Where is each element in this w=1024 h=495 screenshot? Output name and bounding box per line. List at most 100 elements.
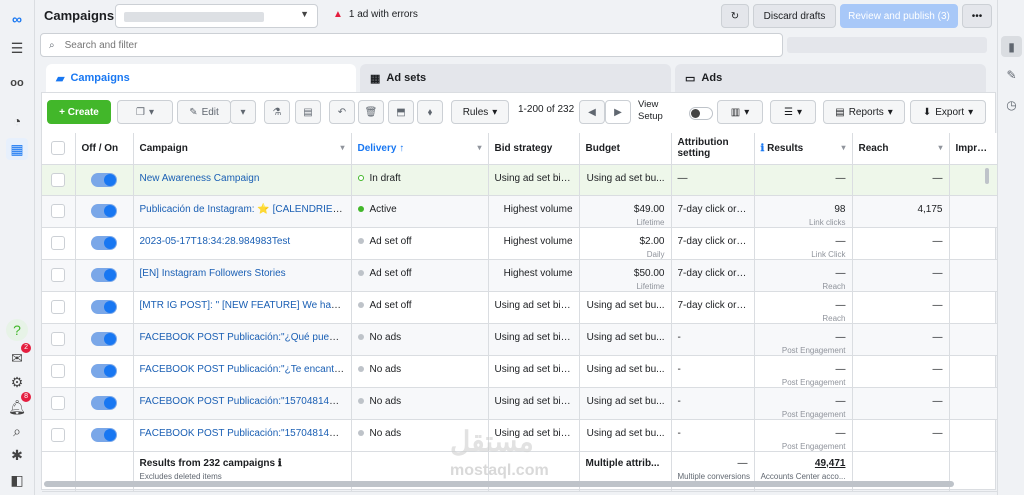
columns-button[interactable]: ▥ ▾ [717,100,763,124]
review-publish-button[interactable]: Review and publish (3) [840,4,958,28]
footer-reach-value[interactable]: 49,471 [815,458,846,469]
budget-cell[interactable]: Using ad set bu... [579,419,672,452]
bar-chart-icon[interactable]: ▮ [1001,36,1022,57]
table-row[interactable]: FACEBOOK POST Publicación:"15704814932..… [42,387,998,420]
row-checkbox[interactable] [51,203,66,218]
ab-test-button[interactable]: ⚗ [264,100,290,124]
clipboard-button[interactable]: ▤ [295,100,321,124]
export-image-button[interactable]: ⬒ [388,100,414,124]
col-header-delivery[interactable]: Delivery ↑ ▾ [351,133,489,165]
export-button[interactable]: ⬇ Export ▾ [910,100,986,124]
budget-cell[interactable]: Using ad set bu... [579,387,672,420]
tab-ad-sets[interactable]: ▦ Ad sets [360,64,671,92]
notifications-bell-icon[interactable]: 🔔︎ 8 [6,392,31,418]
search-input[interactable] [64,39,665,51]
budget-cell[interactable]: $2.00 Daily [579,227,672,260]
campaign-name-link[interactable]: FACEBOOK POST Publicación:"15704814932..… [140,396,351,407]
discard-drafts-button[interactable]: Discard drafts [753,4,836,28]
bid-strategy-cell[interactable]: Using ad set bid... [488,323,580,356]
col-header-results[interactable]: ℹ Results ▾ [754,133,853,165]
breakdown-button[interactable]: ☰ ▾ [770,100,816,124]
bid-strategy-cell[interactable]: Highest volume [488,227,580,260]
bid-strategy-cell[interactable]: Using ad set bid... [488,355,580,388]
campaign-toggle[interactable] [91,299,117,314]
campaign-toggle[interactable] [91,203,117,218]
row-checkbox[interactable] [51,363,66,378]
row-checkbox[interactable] [51,235,66,250]
gauge-icon[interactable]: ◔ [6,110,28,132]
campaign-toggle[interactable] [91,267,117,282]
select-all-checkbox[interactable] [51,141,66,156]
view-setup-toggle[interactable] [689,107,713,120]
col-header-impressions[interactable]: Impress [949,133,998,165]
campaign-toggle[interactable] [91,395,117,410]
col-header-reach[interactable]: Reach ▾ [852,133,950,165]
account-overview-icon[interactable]: oo [6,72,28,94]
edit-button[interactable]: ✎ Edit [177,100,231,124]
account-selector[interactable]: ▼ [115,4,318,28]
row-checkbox[interactable] [51,427,66,442]
bid-strategy-cell[interactable]: Using ad set bid... [488,387,580,420]
edit-dropdown-button[interactable]: ▾ [230,100,256,124]
campaign-name-link[interactable]: New Awareness Campaign [140,173,260,184]
pencil-edit-icon[interactable]: ✎ [1001,64,1022,85]
table-row[interactable]: 2023-05-17T18:34:28.984983Test Ad set off… [42,227,998,260]
search-icon[interactable]: ⌕ [6,420,28,442]
budget-cell[interactable]: Using ad set bu... [579,355,672,388]
row-checkbox[interactable] [51,395,66,410]
budget-cell[interactable]: Using ad set bu... [579,323,672,356]
menu-icon[interactable]: ☰ [6,37,28,59]
campaign-name-link[interactable]: FACEBOOK POST Publicación:"¿Qué puedes .… [140,332,351,343]
delete-button[interactable]: 🗑︎ [358,100,384,124]
col-header-off-on[interactable]: Off / On [75,133,134,165]
view-setup-label[interactable]: View Setup [638,99,663,123]
table-row[interactable]: Publicación de Instagram: ⭐ [CALENDRIER]… [42,195,998,228]
tab-ads[interactable]: ▭ Ads [675,64,986,92]
undo-button[interactable]: ↶ [329,100,355,124]
table-row[interactable]: FACEBOOK POST Publicación:"¿Te encanta M… [42,355,998,388]
campaign-name-link[interactable]: 2023-05-17T18:34:28.984983Test [140,236,291,247]
row-checkbox[interactable] [51,331,66,346]
table-row[interactable]: [EN] Instagram Followers Stories Ad set o… [42,259,998,292]
campaign-toggle[interactable] [91,331,117,346]
history-clock-icon[interactable]: ◷ [1001,94,1022,115]
horizontal-scrollbar[interactable] [44,481,954,487]
date-range-blurred[interactable] [787,37,987,53]
bid-strategy-cell[interactable]: Using ad set bid... [488,164,580,196]
duplicate-button[interactable]: ❐ ▾ [117,100,173,124]
campaign-toggle[interactable] [91,363,117,378]
bid-strategy-cell[interactable]: Using ad set bid... [488,291,580,324]
row-checkbox[interactable] [51,267,66,282]
campaign-toggle[interactable] [91,172,117,187]
meta-logo-icon[interactable]: ∞ [6,8,28,30]
bid-strategy-cell[interactable]: Highest volume [488,195,580,228]
rules-button[interactable]: Rules ▾ [451,100,509,124]
reports-button[interactable]: ▤ Reports ▾ [823,100,905,124]
bug-report-icon[interactable]: ✱ [6,444,28,466]
tab-campaigns[interactable]: ▰ Campaigns [46,64,356,92]
row-checkbox[interactable] [51,172,66,187]
budget-cell[interactable]: Using ad set bu... [579,291,672,324]
refresh-button[interactable]: ↻ [721,4,749,28]
table-row[interactable]: FACEBOOK POST Publicación:"¿Qué puedes .… [42,323,998,356]
error-notice[interactable]: ▲ 1 ad with errors [333,9,418,20]
panel-toggle-icon[interactable]: ◧ [6,469,28,491]
campaign-toggle[interactable] [91,235,117,250]
search-bar[interactable]: ⌕ [40,33,783,57]
col-header-budget[interactable]: Budget [579,133,672,165]
bid-strategy-cell[interactable]: Highest volume [488,259,580,292]
vertical-scrollbar[interactable] [985,168,989,184]
tag-button[interactable]: ⬧ [417,100,443,124]
campaign-name-link[interactable]: [MTR IG POST]: " [NEW FEATURE] We have a… [140,300,351,311]
help-icon[interactable]: ? [6,319,28,341]
row-checkbox[interactable] [51,299,66,314]
col-header-attribution[interactable]: Attribution setting [671,133,755,165]
create-button[interactable]: + Create [47,100,111,124]
campaign-name-link[interactable]: [EN] Instagram Followers Stories [140,268,286,279]
campaign-toggle[interactable] [91,427,117,442]
settings-gear-icon[interactable]: ⚙ [6,371,28,393]
table-row[interactable]: [MTR IG POST]: " [NEW FEATURE] We have a… [42,291,998,324]
budget-cell[interactable]: $49.00 Lifetime [579,195,672,228]
more-options-button[interactable]: ••• [962,4,992,28]
prev-page-button[interactable]: ◀ [579,100,605,124]
